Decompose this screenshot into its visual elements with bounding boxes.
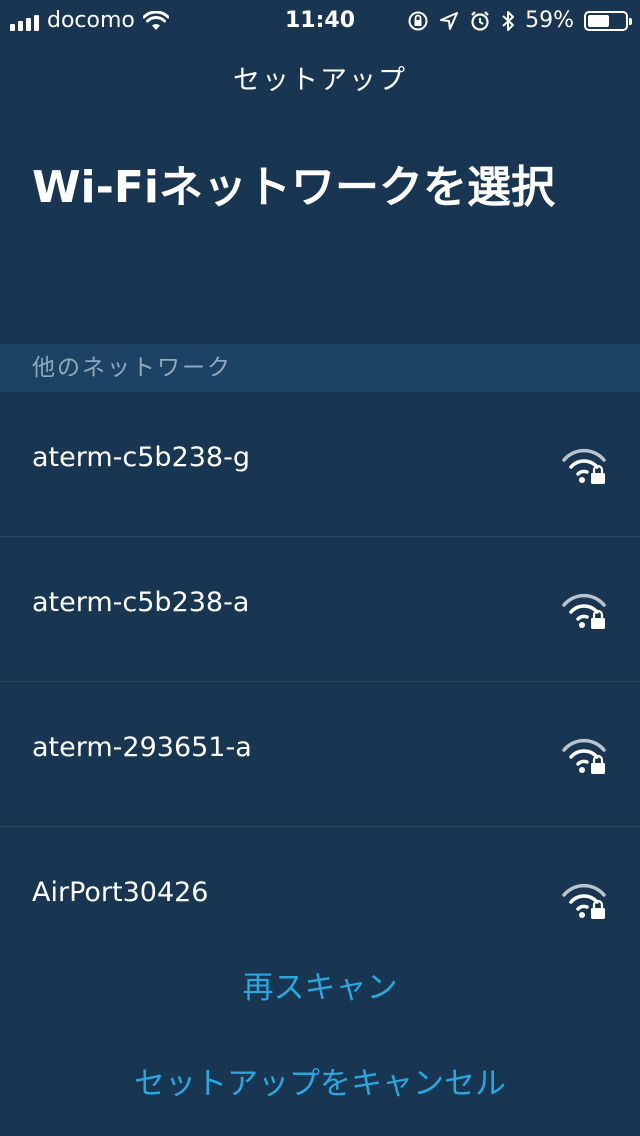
- rescan-button[interactable]: 再スキャン: [0, 962, 640, 1007]
- cancel-setup-button[interactable]: セットアップをキャンセル: [0, 1058, 640, 1103]
- status-bar-right: 59%: [407, 8, 632, 33]
- nav-title: セットアップ: [233, 65, 407, 96]
- network-name: AirPort30426: [32, 877, 209, 908]
- wifi-lock-icon: [562, 593, 606, 629]
- network-row[interactable]: aterm-c5b238-a: [0, 537, 640, 682]
- network-row[interactable]: AirPort30426: [0, 827, 640, 972]
- network-name: aterm-293651-a: [32, 732, 252, 763]
- status-bar: docomo 11:40 59%: [0, 0, 640, 40]
- page-title: Wi-Fiネットワークを選択: [32, 162, 556, 213]
- alarm-icon: [471, 10, 489, 31]
- network-name: aterm-c5b238-a: [32, 587, 250, 618]
- section-header-label: 他のネットワーク: [32, 355, 232, 381]
- wifi-lock-icon: [562, 448, 606, 484]
- bluetooth-icon: [502, 10, 515, 31]
- battery-level: [588, 14, 610, 27]
- battery-icon: [584, 10, 632, 31]
- network-row[interactable]: aterm-c5b238-g: [0, 392, 640, 537]
- network-list: aterm-c5b238-g aterm-c5b238-a aterm-2936…: [0, 392, 640, 972]
- wifi-lock-icon: [562, 883, 606, 919]
- network-name: aterm-c5b238-g: [32, 442, 250, 473]
- wifi-lock-icon: [562, 738, 606, 774]
- section-header: 他のネットワーク: [0, 344, 640, 392]
- orientation-lock-icon: [408, 11, 428, 30]
- battery-percent: 59%: [525, 8, 574, 33]
- location-icon: [440, 11, 459, 30]
- network-row[interactable]: aterm-293651-a: [0, 682, 640, 827]
